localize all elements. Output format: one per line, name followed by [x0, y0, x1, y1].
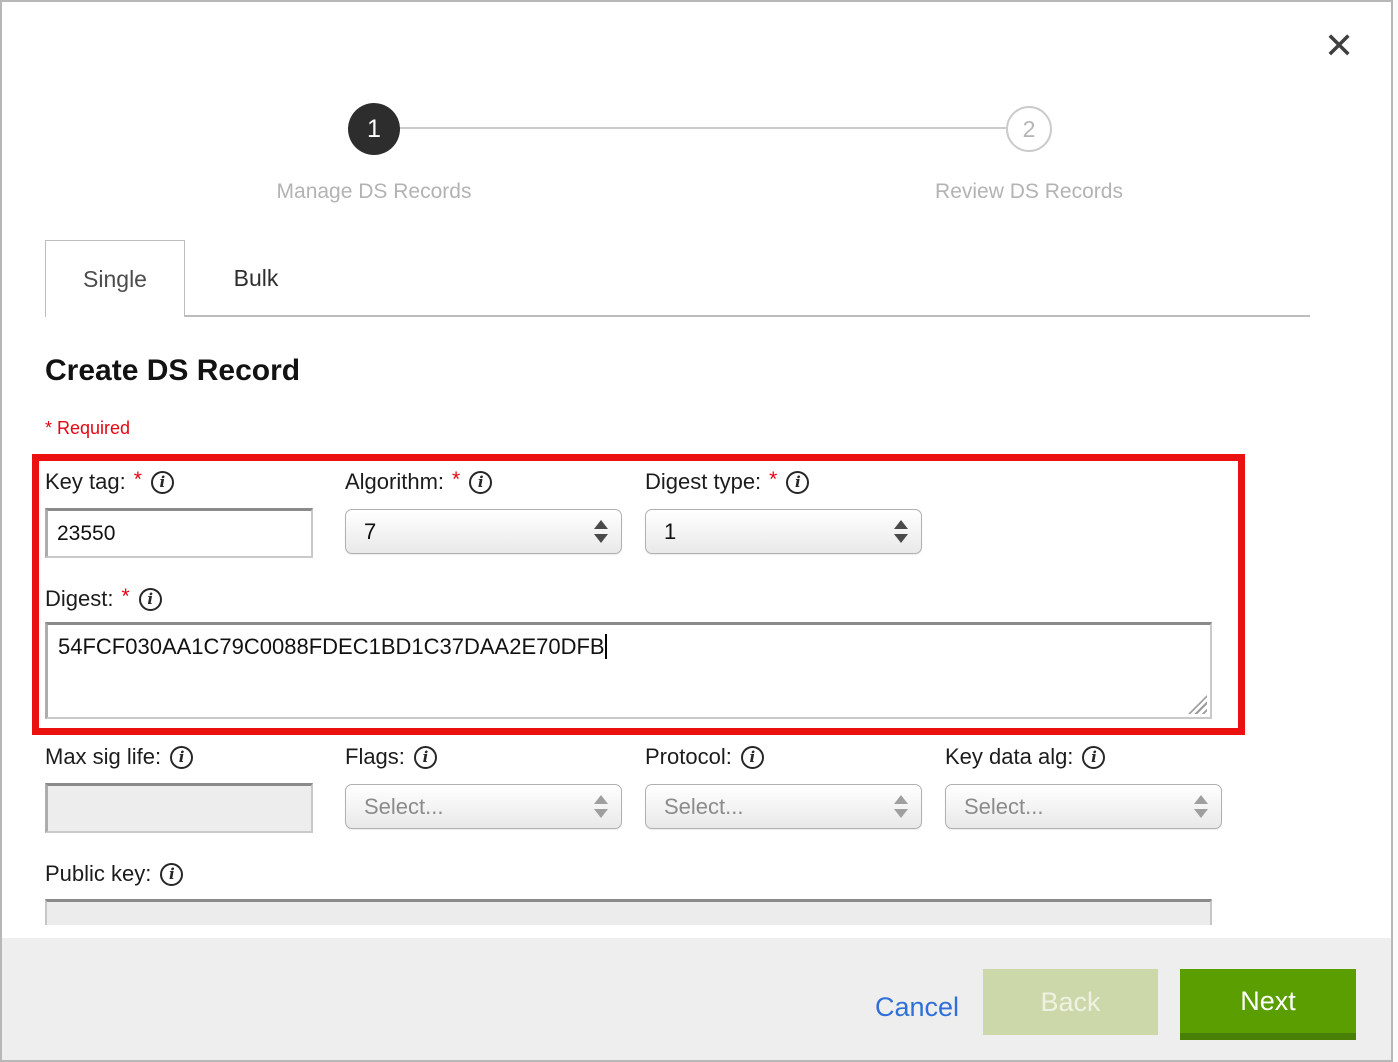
- digest-label: Digest: * i: [45, 586, 162, 612]
- tab-single[interactable]: Single: [45, 240, 185, 317]
- resize-handle-icon[interactable]: [1188, 695, 1207, 714]
- select-spinner-icon: [594, 520, 608, 543]
- step-1-number: 1: [367, 115, 381, 144]
- key-data-alg-select[interactable]: Select...: [945, 784, 1222, 829]
- max-sig-life-label-text: Max sig life:: [45, 744, 161, 770]
- next-button[interactable]: Next: [1180, 969, 1356, 1040]
- public-key-label-text: Public key:: [45, 861, 151, 887]
- digest-textarea[interactable]: 54FCF030AA1C79C0088FDEC1BD1C37DAA2E70DFB: [45, 622, 1212, 719]
- public-key-label: Public key: i: [45, 861, 183, 887]
- digest-type-label-text: Digest type:: [645, 469, 761, 495]
- page-title: Create DS Record: [45, 354, 300, 388]
- step-2-circle: 2: [1006, 106, 1052, 152]
- digest-required-asterisk: *: [121, 585, 129, 609]
- flags-select-value: Select...: [364, 794, 594, 820]
- tab-bulk[interactable]: Bulk: [186, 240, 326, 317]
- key-tag-info-icon[interactable]: i: [151, 471, 174, 494]
- close-icon[interactable]: ✕: [1324, 28, 1354, 64]
- step-1-label: Manage DS Records: [199, 180, 549, 204]
- max-sig-life-input[interactable]: [45, 783, 313, 833]
- max-sig-life-info-icon[interactable]: i: [170, 746, 193, 769]
- back-button[interactable]: Back: [983, 969, 1158, 1035]
- cancel-button[interactable]: Cancel: [875, 992, 959, 1023]
- protocol-info-icon[interactable]: i: [741, 746, 764, 769]
- protocol-label: Protocol: i: [645, 744, 764, 770]
- digest-type-select-value: 1: [664, 519, 894, 545]
- algorithm-required-asterisk: *: [452, 468, 460, 492]
- step-2-number: 2: [1023, 116, 1036, 143]
- algorithm-select-value: 7: [364, 519, 594, 545]
- select-spinner-icon: [594, 795, 608, 818]
- max-sig-life-label: Max sig life: i: [45, 744, 193, 770]
- select-spinner-icon: [1194, 795, 1208, 818]
- algorithm-info-icon[interactable]: i: [469, 471, 492, 494]
- digest-type-label: Digest type: * i: [645, 469, 809, 495]
- digest-type-info-icon[interactable]: i: [786, 471, 809, 494]
- algorithm-label-text: Algorithm:: [345, 469, 444, 495]
- public-key-info-icon[interactable]: i: [160, 863, 183, 886]
- protocol-label-text: Protocol:: [645, 744, 732, 770]
- key-data-alg-label: Key data alg: i: [945, 744, 1105, 770]
- select-spinner-icon: [894, 520, 908, 543]
- algorithm-label: Algorithm: * i: [345, 469, 492, 495]
- create-ds-record-modal: ✕ 1 2 Manage DS Records Review DS Record…: [0, 0, 1393, 1062]
- key-tag-input[interactable]: [45, 508, 313, 558]
- public-key-textarea[interactable]: [45, 899, 1212, 925]
- digest-type-select[interactable]: 1: [645, 509, 922, 554]
- digest-info-icon[interactable]: i: [139, 588, 162, 611]
- step-2-label: Review DS Records: [854, 180, 1204, 204]
- key-data-alg-select-value: Select...: [964, 794, 1194, 820]
- tab-single-label: Single: [83, 266, 147, 293]
- key-data-alg-info-icon[interactable]: i: [1082, 746, 1105, 769]
- digest-label-text: Digest:: [45, 586, 113, 612]
- protocol-select-value: Select...: [664, 794, 894, 820]
- digest-textarea-value: 54FCF030AA1C79C0088FDEC1BD1C37DAA2E70DFB: [58, 634, 605, 659]
- digest-type-required-asterisk: *: [769, 468, 777, 492]
- key-tag-label: Key tag: * i: [45, 469, 174, 495]
- key-data-alg-label-text: Key data alg:: [945, 744, 1073, 770]
- key-tag-label-text: Key tag:: [45, 469, 126, 495]
- select-spinner-icon: [894, 795, 908, 818]
- flags-info-icon[interactable]: i: [414, 746, 437, 769]
- key-tag-required-asterisk: *: [134, 468, 142, 492]
- stepper-connector-line: [374, 127, 1029, 129]
- step-1-circle: 1: [348, 103, 400, 155]
- protocol-select[interactable]: Select...: [645, 784, 922, 829]
- tab-bulk-label: Bulk: [234, 265, 279, 292]
- text-cursor: [605, 634, 607, 659]
- flags-select[interactable]: Select...: [345, 784, 622, 829]
- flags-label-text: Flags:: [345, 744, 405, 770]
- algorithm-select[interactable]: 7: [345, 509, 622, 554]
- required-note: * Required: [45, 418, 130, 439]
- flags-label: Flags: i: [345, 744, 437, 770]
